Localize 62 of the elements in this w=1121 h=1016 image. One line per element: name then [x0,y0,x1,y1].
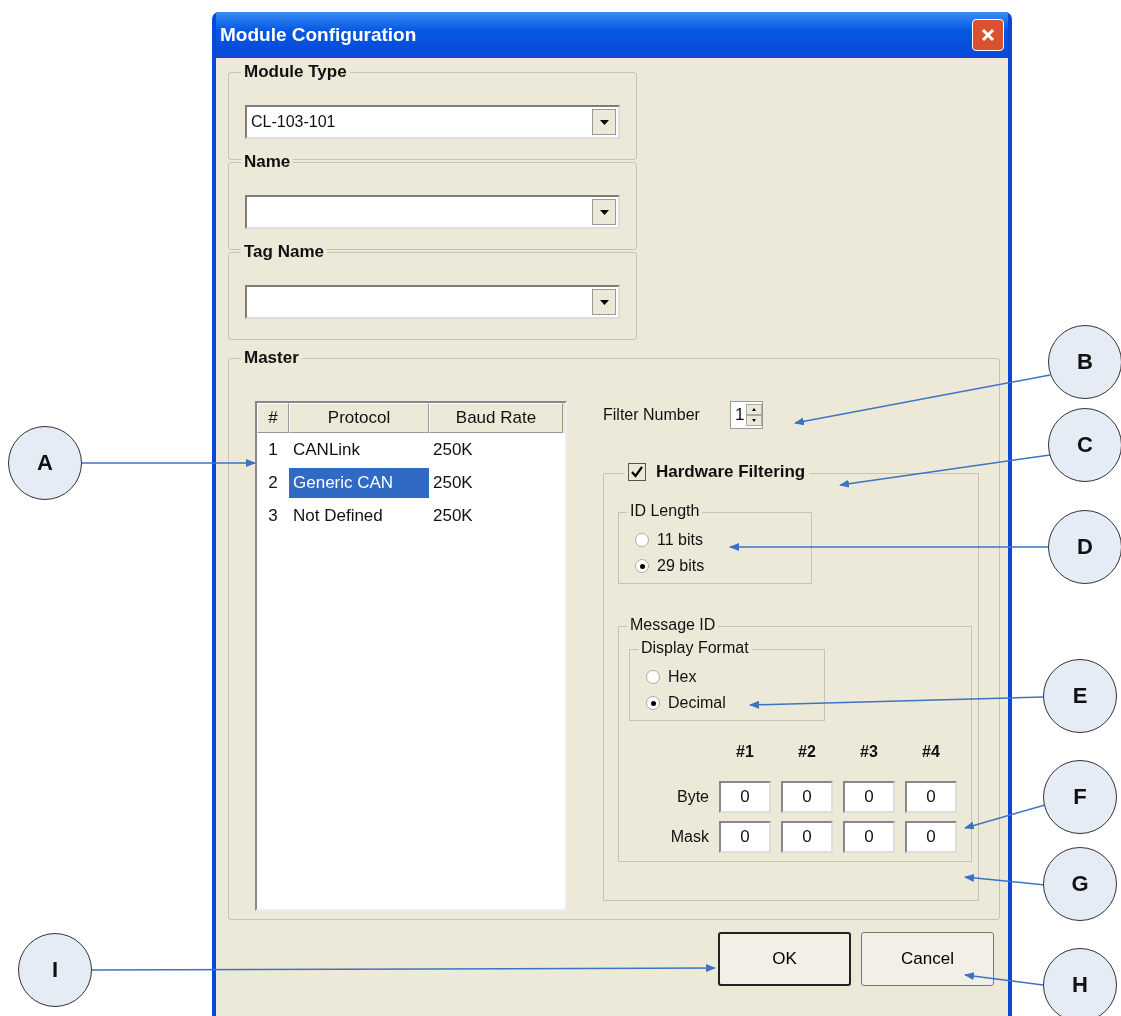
table-cell-text: 1 [267,438,279,461]
row-label: Byte [676,788,709,806]
table-cell[interactable]: CANLink [289,434,429,465]
caret-icon [599,209,609,215]
group-label: Module Type [241,62,350,82]
filter-number-spinner[interactable]: 1 [729,401,764,429]
caret-icon [599,119,609,125]
radio-option[interactable]: 29 bits [635,553,811,579]
callout-badge: A [8,426,82,500]
column-header[interactable]: Protocol [289,403,429,433]
group-label: Message ID [627,616,719,634]
table-cell-text: 2 [267,471,279,494]
input-field[interactable]: 0 [843,781,895,813]
column-header: #4 [921,743,941,762]
input-field[interactable]: 0 [781,781,833,813]
callout-badge: E [1043,659,1117,733]
caret-icon [599,299,609,305]
column-header[interactable]: Baud Rate [429,403,563,433]
radio-option[interactable]: Hex [646,664,824,690]
row-label: Mask [669,828,709,846]
callout-badge: G [1043,847,1117,921]
input-field[interactable]: 0 [905,821,957,853]
group-label: Tag Name [241,242,327,262]
filter-number-label: Filter Number [603,406,700,424]
dropdown-field[interactable] [245,285,620,319]
callout-badge: B [1048,325,1121,399]
table-cell-text: 250K [432,438,474,461]
column-header: #1 [735,743,755,762]
window-title: Module Configuration [220,24,417,46]
table-cell[interactable]: Generic CAN [289,467,429,498]
table-cell-text: 250K [432,471,474,494]
close-icon [979,26,997,44]
column-header: #3 [859,743,879,762]
callout-badge: F [1043,760,1117,834]
dialog-button[interactable]: Cancel [861,932,994,986]
dropdown-button[interactable] [592,289,616,315]
close-button[interactable] [972,19,1004,51]
group-label: ID Length [627,502,703,520]
input-field[interactable]: 0 [719,781,771,813]
input-field[interactable]: 0 [781,821,833,853]
dropdown-button[interactable] [592,199,616,225]
hardware-filtering-checkbox[interactable]: Hardware Filtering [624,462,810,482]
input-field[interactable]: 0 [719,821,771,853]
column-header[interactable]: # [257,403,289,433]
callout-badge: C [1048,408,1121,482]
dialog-button[interactable]: OK [718,932,851,986]
dropdown-field[interactable] [245,195,620,229]
radio-option[interactable]: 11 bits [635,527,811,553]
table-cell[interactable]: Not Defined [289,500,429,531]
dropdown-field[interactable]: CL-103-101 [245,105,620,139]
spin-arrows-icon [746,404,763,426]
input-field[interactable]: 0 [843,821,895,853]
input-field[interactable]: 0 [905,781,957,813]
dropdown-button[interactable] [592,109,616,135]
column-header: #2 [797,743,817,762]
radio-option[interactable]: Decimal [646,690,824,716]
callout-badge: I [18,933,92,1007]
table-cell-text: 3 [267,504,279,527]
group-label: Display Format [638,639,752,657]
table-cell-text: 250K [432,504,474,527]
callout-badge: D [1048,510,1121,584]
callout-badge: H [1043,948,1117,1016]
